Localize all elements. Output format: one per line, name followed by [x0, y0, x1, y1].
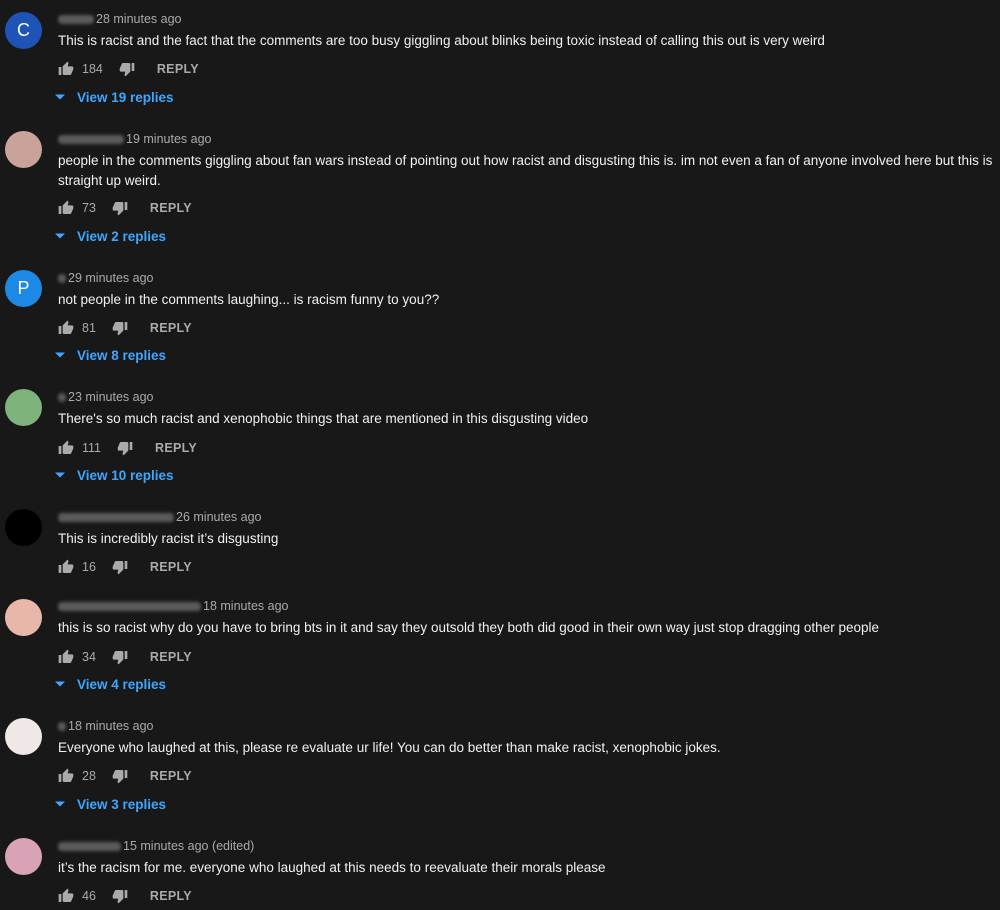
comment-header: 18 minutes ago	[58, 597, 288, 615]
comment-header: 28 minutes ago	[58, 10, 181, 28]
view-replies-button[interactable]: View 19 replies	[55, 87, 174, 107]
like-icon[interactable]	[58, 440, 74, 456]
like-count: 28	[82, 769, 96, 783]
avatar[interactable]	[5, 599, 42, 636]
author-name-blurred[interactable]	[58, 841, 121, 851]
comment-header: 26 minutes ago	[58, 508, 261, 526]
author-name-blurred[interactable]	[58, 721, 66, 731]
like-icon[interactable]	[58, 61, 74, 77]
comment-text: this is so racist why do you have to bri…	[58, 620, 879, 635]
view-replies-label: View 19 replies	[77, 89, 174, 105]
view-replies-label: View 10 replies	[77, 467, 174, 483]
dislike-icon[interactable]	[112, 768, 128, 784]
comment-timestamp[interactable]: 18 minutes ago	[68, 719, 153, 733]
comment-actions: 184 REPLY	[58, 59, 199, 79]
dislike-icon[interactable]	[112, 200, 128, 216]
comment-actions: 16 REPLY	[58, 557, 192, 577]
author-name-blurred[interactable]	[58, 273, 66, 283]
author-name-blurred[interactable]	[58, 392, 66, 402]
reply-button[interactable]: REPLY	[150, 560, 192, 574]
like-icon[interactable]	[58, 888, 74, 904]
dislike-icon[interactable]	[112, 559, 128, 575]
comment-text: This is racist and the fact that the com…	[58, 33, 825, 48]
comment-actions: 111 REPLY	[58, 438, 197, 458]
comment-actions: 34 REPLY	[58, 647, 192, 667]
author-name-blurred[interactable]	[58, 601, 201, 611]
like-count: 46	[82, 889, 96, 903]
dislike-icon[interactable]	[112, 888, 128, 904]
dislike-icon[interactable]	[119, 61, 135, 77]
comment-header: 19 minutes ago	[58, 130, 211, 148]
reply-button[interactable]: REPLY	[150, 650, 192, 664]
comment-timestamp[interactable]: 29 minutes ago	[68, 271, 153, 285]
caret-down-icon	[55, 799, 65, 809]
comment-header: 23 minutes ago	[58, 388, 153, 406]
author-name-blurred[interactable]	[58, 14, 94, 24]
comment-header: 15 minutes ago (edited)	[58, 837, 254, 855]
comment-header: 29 minutes ago	[58, 269, 153, 287]
comment-text: not people in the comments laughing... i…	[58, 292, 440, 307]
reply-button[interactable]: REPLY	[150, 321, 192, 335]
caret-down-icon	[55, 92, 65, 102]
like-count: 34	[82, 650, 96, 664]
reply-button[interactable]: REPLY	[157, 62, 199, 76]
avatar[interactable]: P	[5, 270, 42, 307]
view-replies-button[interactable]: View 2 replies	[55, 226, 166, 246]
dislike-icon[interactable]	[112, 649, 128, 665]
caret-down-icon	[55, 350, 65, 360]
comment-timestamp[interactable]: 28 minutes ago	[96, 12, 181, 26]
comment-text: There's so much racist and xenophobic th…	[58, 411, 589, 426]
like-icon[interactable]	[58, 649, 74, 665]
like-count: 16	[82, 560, 96, 574]
view-replies-button[interactable]: View 3 replies	[55, 794, 166, 814]
comment-actions: 28 REPLY	[58, 766, 192, 786]
author-name-blurred[interactable]	[58, 512, 174, 522]
like-icon[interactable]	[58, 200, 74, 216]
view-replies-label: View 4 replies	[77, 676, 167, 692]
like-icon[interactable]	[58, 559, 74, 575]
comment-actions: 81 REPLY	[58, 318, 192, 338]
view-replies-label: View 2 replies	[77, 228, 167, 244]
comment-timestamp[interactable]: 18 minutes ago	[203, 599, 288, 613]
avatar[interactable]	[5, 389, 42, 426]
view-replies-label: View 3 replies	[77, 796, 167, 812]
reply-button[interactable]: REPLY	[150, 889, 192, 903]
comment-text: people in the comments giggling about fa…	[58, 153, 993, 188]
caret-down-icon	[55, 679, 65, 689]
like-count: 111	[82, 441, 102, 455]
like-count: 73	[82, 201, 96, 215]
avatar[interactable]	[5, 718, 42, 755]
caret-down-icon	[55, 231, 65, 241]
comment-timestamp[interactable]: 19 minutes ago	[126, 132, 211, 146]
dislike-icon[interactable]	[112, 320, 128, 336]
comment-timestamp[interactable]: 26 minutes ago	[176, 510, 261, 524]
avatar[interactable]: C	[5, 12, 42, 49]
view-replies-button[interactable]: View 4 replies	[55, 674, 166, 694]
reply-button[interactable]: REPLY	[150, 201, 192, 215]
like-count: 81	[82, 321, 96, 335]
comment-text: Everyone who laughed at this, please re …	[58, 740, 721, 755]
view-replies-button[interactable]: View 10 replies	[55, 465, 174, 485]
comment-actions: 46 REPLY	[58, 886, 192, 906]
comment-header: 18 minutes ago	[58, 717, 153, 735]
view-replies-label: View 8 replies	[77, 347, 167, 363]
view-replies-button[interactable]: View 8 replies	[55, 345, 166, 365]
dislike-icon[interactable]	[117, 440, 133, 456]
comment-text: This is incredibly racist it’s disgustin…	[58, 531, 279, 546]
comment-timestamp[interactable]: 23 minutes ago	[68, 390, 153, 404]
like-icon[interactable]	[58, 768, 74, 784]
comment-timestamp[interactable]: 15 minutes ago (edited)	[123, 839, 254, 853]
avatar[interactable]	[5, 131, 42, 168]
reply-button[interactable]: REPLY	[155, 441, 197, 455]
avatar[interactable]	[5, 838, 42, 875]
comment-text: it’s the racism for me. everyone who lau…	[58, 860, 606, 875]
like-icon[interactable]	[58, 320, 74, 336]
comment-actions: 73 REPLY	[58, 198, 192, 218]
reply-button[interactable]: REPLY	[150, 769, 192, 783]
author-name-blurred[interactable]	[58, 134, 124, 144]
avatar[interactable]	[5, 509, 42, 546]
caret-down-icon	[55, 470, 65, 480]
like-count: 184	[82, 62, 103, 76]
